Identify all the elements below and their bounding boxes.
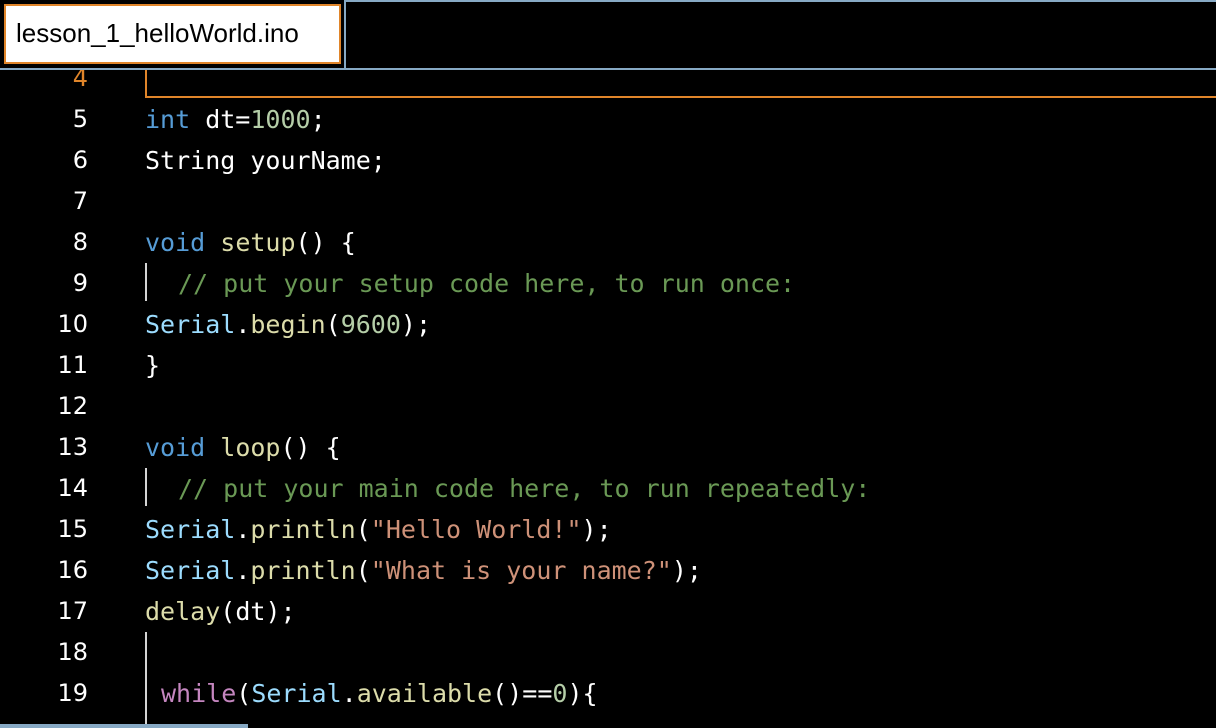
code-line: 12 [0, 386, 1216, 427]
number-literal: 0 [552, 679, 568, 708]
code-text: while(Serial.available()==0){ [161, 673, 598, 714]
number-literal: 9600 [340, 310, 401, 339]
punctuation: ; [310, 105, 326, 134]
punctuation: ); [400, 310, 432, 339]
file-tab-focus-outline[interactable]: lesson_1_helloWorld.ino [4, 4, 341, 64]
current-line-highlight [145, 70, 1216, 98]
line-number: 4 [72, 70, 88, 92]
code-text: void setup() { [145, 222, 356, 263]
indent-guide [145, 263, 147, 301]
punctuation: ( [355, 556, 371, 585]
code-text: int dt=1000; [145, 99, 326, 140]
punctuation: ( [325, 310, 341, 339]
punctuation: ){ [567, 679, 598, 708]
line-number: 13 [57, 433, 88, 461]
object-name: Serial [251, 679, 342, 708]
tab-bar: lesson_1_helloWorld.ino [0, 0, 1216, 70]
line-number: 14 [57, 474, 88, 502]
line-number: 5 [72, 105, 88, 133]
keyword: void [145, 433, 206, 462]
line-number: 19 [57, 679, 88, 707]
function-name: available [356, 679, 493, 708]
function-name: delay [145, 597, 221, 626]
line-number: 9 [72, 269, 88, 297]
code-text: } [145, 351, 161, 380]
punctuation: ( [236, 679, 252, 708]
file-tab[interactable]: lesson_1_helloWorld.ino [0, 0, 346, 70]
keyword: void [145, 228, 206, 257]
comment: // put your main code here, to run repea… [178, 474, 871, 503]
punctuation: () { [280, 433, 341, 462]
object-name: Serial [145, 515, 236, 544]
line-number: 11 [57, 351, 88, 379]
code-text: Serial.println("Hello World!"); [145, 509, 612, 550]
line-number: 10 [57, 310, 88, 338]
punctuation: ()== [492, 679, 553, 708]
code-text: Serial.println("What is your name?"); [145, 550, 702, 591]
line-number: 7 [72, 187, 88, 215]
line-number: 8 [72, 228, 88, 256]
function-name: println [250, 515, 356, 544]
code-line: 16 Serial.println("What is your name?"); [0, 550, 1216, 591]
function-name: println [250, 556, 356, 585]
line-number: 17 [57, 597, 88, 625]
code-line: 15 Serial.println("Hello World!"); [0, 509, 1216, 550]
code-line: 14 // put your main code here, to run re… [0, 468, 1216, 509]
object-name: Serial [145, 310, 236, 339]
line-number: 18 [57, 638, 88, 666]
line-number: 16 [57, 556, 88, 584]
string-literal: "What is your name?" [370, 556, 672, 585]
code-line: 19 while(Serial.available()==0){ [0, 673, 1216, 714]
identifier: dt [235, 597, 266, 626]
code-line: 11 } [0, 345, 1216, 386]
code-text: Serial.begin(9600); [145, 304, 431, 345]
keyword: while [161, 679, 237, 708]
code-line: 7 [0, 181, 1216, 222]
punctuation: ); [265, 597, 296, 626]
punctuation: ( [220, 597, 236, 626]
function-name: setup [220, 228, 296, 257]
code-line: 18 [0, 632, 1216, 673]
object-name: Serial [145, 556, 236, 585]
string-literal: "Hello World!" [370, 515, 582, 544]
line-number: 12 [57, 392, 88, 420]
code-line: 8 void setup() { [0, 222, 1216, 263]
code-line: 13 void loop() { [0, 427, 1216, 468]
code-text: delay(dt); [145, 591, 296, 632]
tab-bar-top-border [346, 0, 1216, 2]
indent-guide [145, 468, 147, 506]
code-editor[interactable]: 4 5 int dt=1000; 6 String yourName; 7 8 … [0, 70, 1216, 728]
punctuation: () { [295, 228, 356, 257]
code-text: String yourName; [145, 146, 386, 175]
punctuation: . [341, 679, 357, 708]
function-name: loop [220, 433, 281, 462]
code-text: void loop() { [145, 427, 341, 468]
line-number: 6 [72, 146, 88, 174]
horizontal-scrollbar[interactable] [0, 724, 248, 728]
punctuation: . [235, 556, 251, 585]
code-line: 6 String yourName; [0, 140, 1216, 181]
identifier: dt= [190, 105, 251, 134]
punctuation: ( [355, 515, 371, 544]
file-tab-label: lesson_1_helloWorld.ino [16, 18, 299, 48]
code-line: 9 // put your setup code here, to run on… [0, 263, 1216, 304]
punctuation: ); [581, 515, 612, 544]
code-line: 5 int dt=1000; [0, 99, 1216, 140]
code-line: 10 Serial.begin(9600); [0, 304, 1216, 345]
line-number: 15 [57, 515, 88, 543]
punctuation: ); [671, 556, 702, 585]
punctuation: . [235, 515, 251, 544]
number-literal: 1000 [250, 105, 311, 134]
code-line: 17 delay(dt); [0, 591, 1216, 632]
comment: // put your setup code here, to run once… [178, 269, 796, 298]
keyword: int [145, 105, 191, 134]
punctuation: . [235, 310, 251, 339]
function-name: begin [250, 310, 326, 339]
